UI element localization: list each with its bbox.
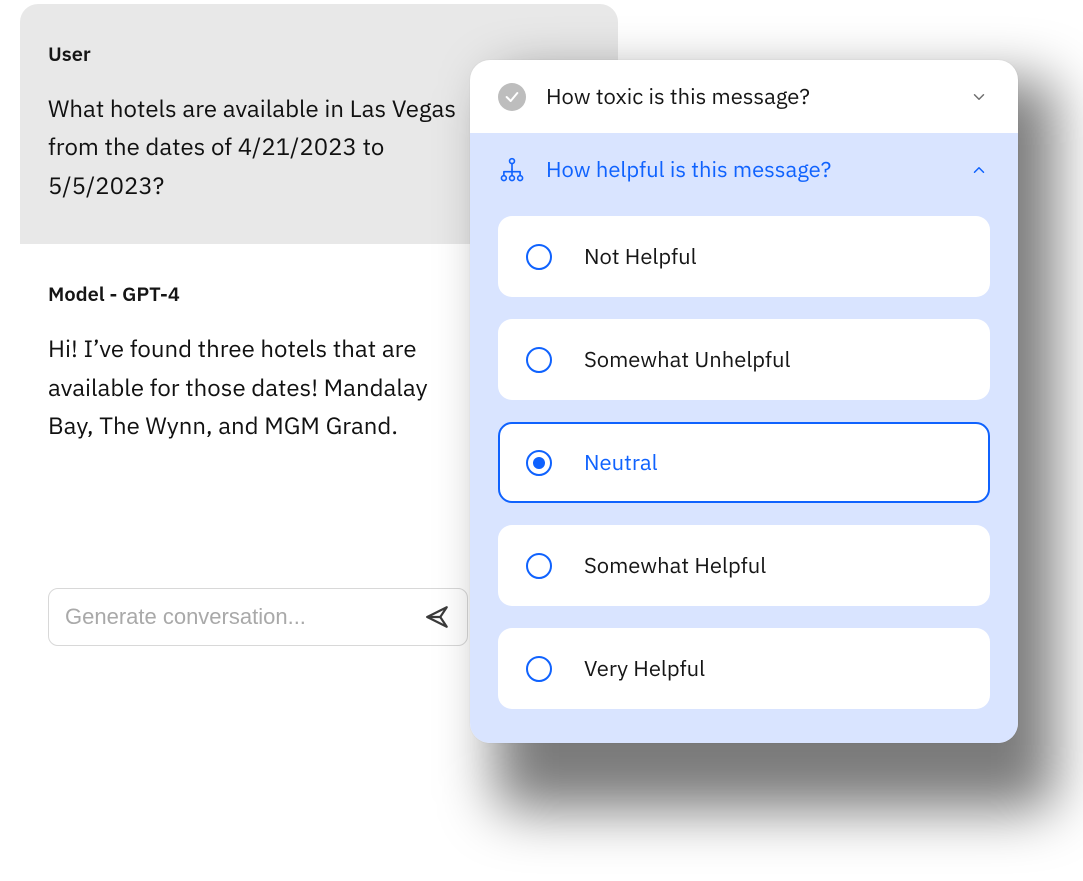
section-toxicity[interactable]: How toxic is this message? [470,60,1018,133]
message-input[interactable] [65,604,423,630]
chevron-down-icon [968,86,990,108]
helpfulness-options: Not Helpful Somewhat Unhelpful Neutral S… [470,206,1018,743]
option-label: Neutral [584,448,658,477]
radio-icon [526,244,552,270]
section-helpfulness[interactable]: How helpful is this message? [470,133,1018,206]
radio-icon [526,656,552,682]
send-icon [424,604,450,630]
option-label: Somewhat Helpful [584,551,766,580]
section-toxicity-title: How toxic is this message? [546,82,948,111]
option-label: Not Helpful [584,242,697,271]
option-label: Very Helpful [584,654,705,683]
section-helpfulness-title: How helpful is this message? [546,155,948,184]
option-neutral[interactable]: Neutral [498,422,990,503]
radio-icon [526,450,552,476]
model-message-text: Hi! I’ve found three hotels that are ava… [48,329,448,444]
chevron-up-icon [968,159,990,181]
feedback-panel: How toxic is this message? How helpful i… [470,60,1018,743]
branch-icon [498,156,526,184]
message-input-row [48,588,468,646]
user-message-text: What hotels are available in Las Vegas f… [48,89,468,204]
option-somewhat-helpful[interactable]: Somewhat Helpful [498,525,990,606]
option-label: Somewhat Unhelpful [584,345,791,374]
send-button[interactable] [423,603,451,631]
option-not-helpful[interactable]: Not Helpful [498,216,990,297]
option-somewhat-unhelpful[interactable]: Somewhat Unhelpful [498,319,990,400]
check-complete-icon [498,83,526,111]
radio-icon [526,553,552,579]
option-very-helpful[interactable]: Very Helpful [498,628,990,709]
radio-icon [526,347,552,373]
